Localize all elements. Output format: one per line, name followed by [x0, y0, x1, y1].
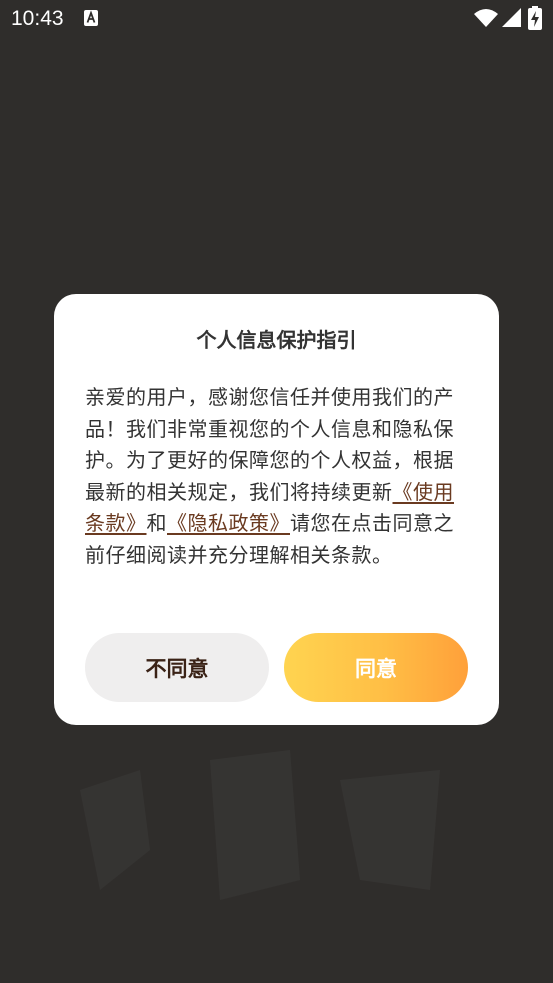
dialog-title: 个人信息保护指引	[196, 328, 357, 352]
disagree-button[interactable]: 不同意	[85, 633, 269, 702]
signal-icon	[502, 8, 521, 27]
wifi-icon	[474, 9, 498, 27]
privacy-policy-link[interactable]: 《隐私政策》	[167, 511, 290, 535]
battery-charging-icon	[528, 6, 542, 30]
dialog-body: 亲爱的用户，感谢您信任并使用我们的产品！我们非常重视您的个人信息和隐私保护。为了…	[85, 382, 470, 571]
agree-button[interactable]: 同意	[284, 633, 468, 702]
conjunction-text: 和	[146, 511, 167, 535]
background-artwork	[80, 750, 440, 900]
status-bar: 10:43	[0, 0, 553, 38]
status-time: 10:43	[11, 7, 64, 30]
privacy-dialog: 个人信息保护指引 亲爱的用户，感谢您信任并使用我们的产品！我们非常重视您的个人信…	[54, 294, 499, 725]
a-notification-icon	[84, 10, 98, 26]
